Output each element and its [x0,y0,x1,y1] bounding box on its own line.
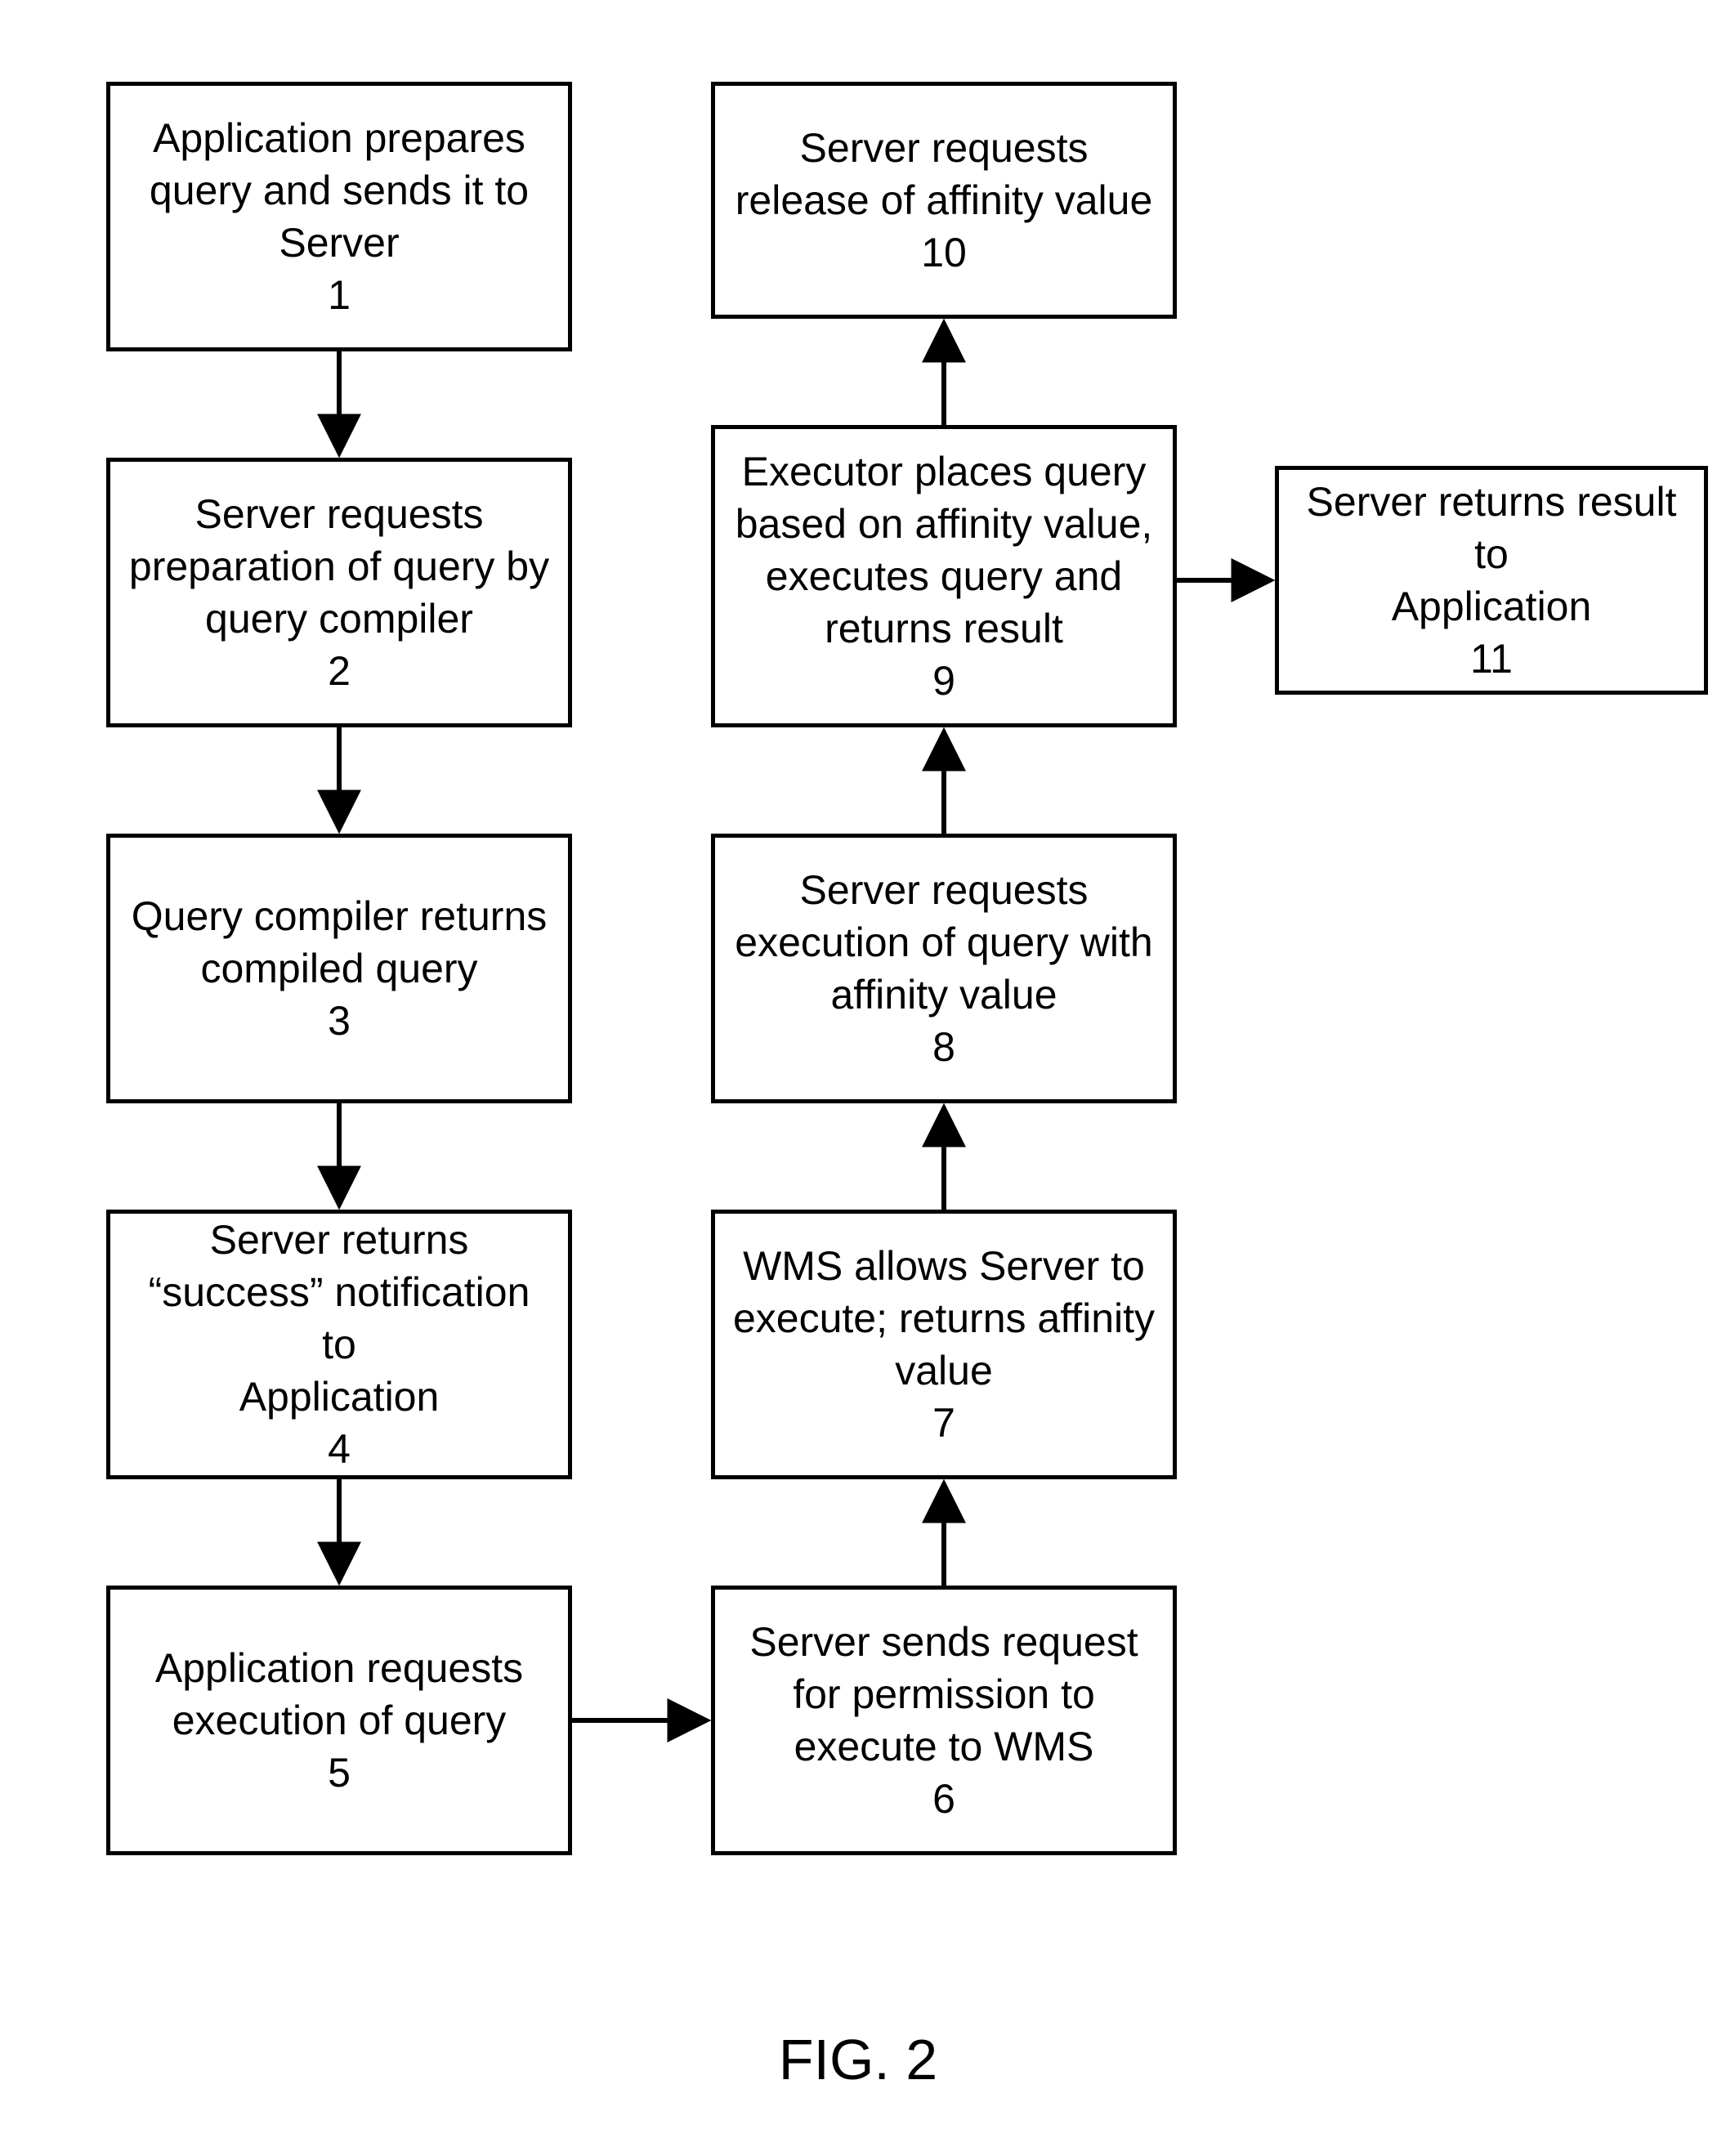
step-8: Server requests execution of query with … [711,834,1177,1103]
figure-caption: FIG. 2 [736,2027,981,2092]
step-1: Application prepares query and sends it … [106,82,572,351]
step-10-label: Server requests release of affinity valu… [736,122,1153,279]
step-1-label: Application prepares query and sends it … [150,112,529,321]
step-7-label: WMS allows Server to execute; returns af… [733,1240,1155,1449]
step-11: Server returns result to Application 11 [1275,466,1708,695]
step-4-label: Server returns “success” notification to… [127,1214,552,1475]
step-6-label: Server sends request for permission to e… [749,1616,1138,1825]
step-5-label: Application requests execution of query … [155,1642,523,1799]
step-10: Server requests release of affinity valu… [711,82,1177,319]
step-2: Server requests preparation of query by … [106,458,572,727]
step-5: Application requests execution of query … [106,1586,572,1855]
flowchart-canvas: Application prepares query and sends it … [0,0,1717,2156]
step-3-label: Query compiler returns compiled query 3 [132,890,548,1047]
step-6: Server sends request for permission to e… [711,1586,1177,1855]
step-9-label: Executor places query based on affinity … [736,445,1153,707]
step-4: Server returns “success” notification to… [106,1210,572,1479]
step-8-label: Server requests execution of query with … [735,864,1152,1073]
step-7: WMS allows Server to execute; returns af… [711,1210,1177,1479]
step-11-label: Server returns result to Application 11 [1295,476,1688,685]
step-9: Executor places query based on affinity … [711,425,1177,727]
step-2-label: Server requests preparation of query by … [129,488,549,697]
step-3: Query compiler returns compiled query 3 [106,834,572,1103]
